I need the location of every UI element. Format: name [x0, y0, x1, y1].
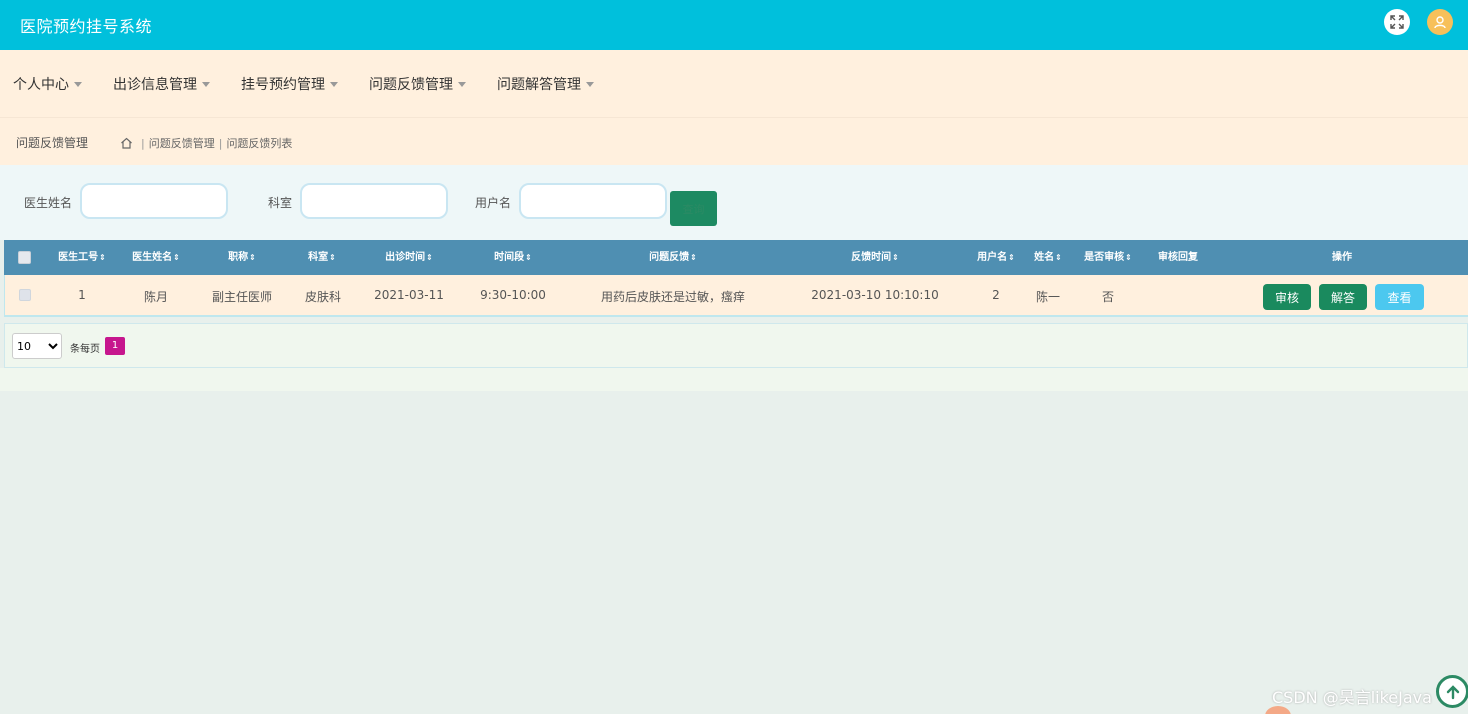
- nav-item-appointments[interactable]: 挂号预约管理: [241, 74, 338, 94]
- cell-username: 2: [992, 288, 1000, 302]
- caret-down-icon: [330, 81, 338, 87]
- back-to-top-button[interactable]: [1436, 675, 1468, 708]
- department-input[interactable]: [300, 183, 448, 219]
- cell-feedback: 用药后皮肤还是过敏，瘙痒: [600, 290, 746, 304]
- search-bar: 医生姓名 科室 用户名 查询: [0, 165, 1468, 240]
- table-row: 1 陈月 副主任医师 皮肤科 2021-03-11 9:30-10:00 用药后…: [4, 275, 1468, 317]
- table-header: 医生工号⇕ 医生姓名⇕ 职称⇕ 科室⇕ 出诊时间⇕ 时间段⇕ 问题反馈⇕ 反馈时…: [4, 240, 1468, 275]
- column-header[interactable]: 用户名⇕: [977, 240, 1015, 275]
- sort-icon: ⇕: [525, 253, 532, 262]
- cell-feedback-time: 2021-03-10 10:10:10: [811, 288, 939, 302]
- sort-icon: ⇕: [892, 253, 899, 262]
- pagination: 10 条每页 1: [4, 323, 1468, 368]
- fullscreen-button[interactable]: [1384, 9, 1410, 35]
- breadcrumb: | 问题反馈管理 | 问题反馈列表: [120, 135, 292, 151]
- main-nav: 个人中心 出诊信息管理 挂号预约管理 问题反馈管理 问题解答管理: [0, 50, 1468, 117]
- doctor-name-label: 医生姓名: [24, 196, 73, 210]
- cell-time-slot: 9:30-10:00: [480, 288, 546, 302]
- content-bottom-strip: [0, 368, 1468, 391]
- cell-doctor-id: 1: [78, 288, 86, 302]
- page-number-button[interactable]: 1: [105, 337, 125, 355]
- view-button[interactable]: 查看: [1375, 284, 1424, 310]
- sort-icon: ⇕: [426, 253, 433, 262]
- nav-item-label: 问题解答管理: [497, 77, 581, 93]
- nav-item-label: 个人中心: [13, 77, 69, 93]
- column-header[interactable]: 反馈时间⇕: [851, 240, 899, 275]
- cell-department: 皮肤科: [304, 290, 342, 304]
- sort-icon: ⇕: [1008, 253, 1015, 262]
- cell-visit-date: 2021-03-11: [374, 288, 444, 302]
- column-header[interactable]: 医生工号⇕: [58, 240, 106, 275]
- breadcrumb-item[interactable]: 问题反馈管理: [149, 135, 215, 151]
- column-header[interactable]: 出诊时间⇕: [385, 240, 433, 275]
- breadcrumb-separator: |: [141, 136, 145, 150]
- watermark: CSDN @昊言likeJava: [1272, 688, 1432, 707]
- sort-icon: ⇕: [249, 253, 256, 262]
- caret-down-icon: [202, 81, 210, 87]
- column-header[interactable]: 问题反馈⇕: [649, 240, 697, 275]
- caret-down-icon: [586, 81, 594, 87]
- column-header[interactable]: 是否审核⇕: [1084, 240, 1132, 275]
- username-input[interactable]: [519, 183, 667, 219]
- page-title: 问题反馈管理: [16, 136, 89, 150]
- fullscreen-icon: [1390, 15, 1404, 29]
- nav-item-feedback[interactable]: 问题反馈管理: [369, 74, 466, 94]
- search-button[interactable]: 查询: [670, 191, 717, 226]
- answer-button[interactable]: 解答: [1319, 284, 1367, 310]
- username-label: 用户名: [475, 196, 512, 210]
- nav-item-visit-info[interactable]: 出诊信息管理: [113, 74, 210, 94]
- column-header[interactable]: 职称⇕: [228, 240, 256, 275]
- audit-button[interactable]: 审核: [1263, 284, 1311, 310]
- per-page-label: 条每页: [70, 344, 100, 355]
- sort-icon: ⇕: [329, 253, 336, 262]
- user-avatar-button[interactable]: [1427, 9, 1453, 35]
- page-size-select[interactable]: 10: [12, 333, 62, 359]
- column-header[interactable]: 姓名⇕: [1034, 240, 1062, 275]
- breadcrumb-bar: 问题反馈管理 | 问题反馈管理 | 问题反馈列表: [0, 117, 1468, 165]
- cell-title: 副主任医师: [211, 290, 273, 304]
- row-checkbox[interactable]: [19, 289, 31, 301]
- column-header[interactable]: 科室⇕: [308, 240, 336, 275]
- cell-doctor-name: 陈月: [143, 290, 169, 304]
- column-header: 操作: [1332, 252, 1352, 263]
- feedback-table: 医生工号⇕ 医生姓名⇕ 职称⇕ 科室⇕ 出诊时间⇕ 时间段⇕ 问题反馈⇕ 反馈时…: [4, 240, 1468, 317]
- top-header: 医院预约挂号系统: [0, 0, 1468, 50]
- breadcrumb-separator: |: [218, 136, 223, 150]
- sort-icon: ⇕: [99, 253, 106, 262]
- column-header[interactable]: 时间段⇕: [494, 240, 532, 275]
- nav-item-label: 挂号预约管理: [241, 77, 325, 93]
- app-title: 医院预约挂号系统: [20, 17, 153, 36]
- breadcrumb-item: 问题反馈列表: [226, 137, 293, 150]
- nav-item-label: 出诊信息管理: [113, 77, 197, 93]
- cell-name: 陈一: [1035, 290, 1061, 304]
- column-header: 审核回复: [1158, 252, 1198, 263]
- sort-icon: ⇕: [1055, 253, 1062, 262]
- doctor-name-input[interactable]: [80, 183, 228, 219]
- column-header[interactable]: 医生姓名⇕: [132, 240, 180, 275]
- home-icon[interactable]: [120, 137, 133, 149]
- sort-icon: ⇕: [690, 253, 697, 262]
- select-all-checkbox[interactable]: [18, 251, 31, 264]
- caret-down-icon: [458, 81, 466, 87]
- department-label: 科室: [268, 196, 293, 210]
- nav-item-answers[interactable]: 问题解答管理: [497, 74, 594, 94]
- nav-item-label: 问题反馈管理: [369, 77, 453, 93]
- cell-audited: 否: [1101, 290, 1115, 304]
- arrow-up-circle-icon: [1446, 684, 1459, 699]
- nav-item-personal-center[interactable]: 个人中心: [13, 74, 82, 94]
- caret-down-icon: [74, 81, 82, 87]
- sort-icon: ⇕: [173, 253, 180, 262]
- sort-icon: ⇕: [1125, 253, 1132, 262]
- user-avatar-icon: [1434, 16, 1446, 29]
